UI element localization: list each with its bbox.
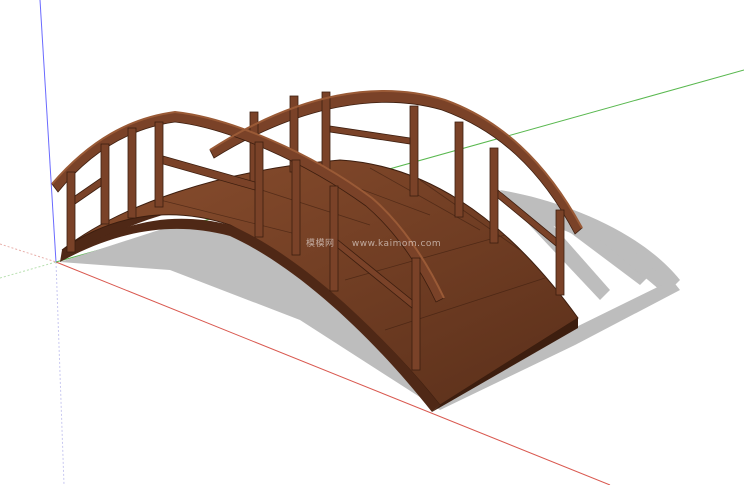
watermark-url: www.kaimom.com bbox=[351, 239, 442, 249]
watermark: 模模网 www.kaimom.com bbox=[306, 236, 455, 249]
red-axis-neg bbox=[0, 243, 57, 263]
3d-viewport[interactable]: 模模网 www.kaimom.com bbox=[0, 0, 744, 485]
blue-axis bbox=[39, 0, 57, 263]
green-axis-neg bbox=[0, 261, 57, 279]
watermark-brand: 模模网 bbox=[306, 239, 335, 249]
blue-axis-lower bbox=[55, 261, 65, 485]
